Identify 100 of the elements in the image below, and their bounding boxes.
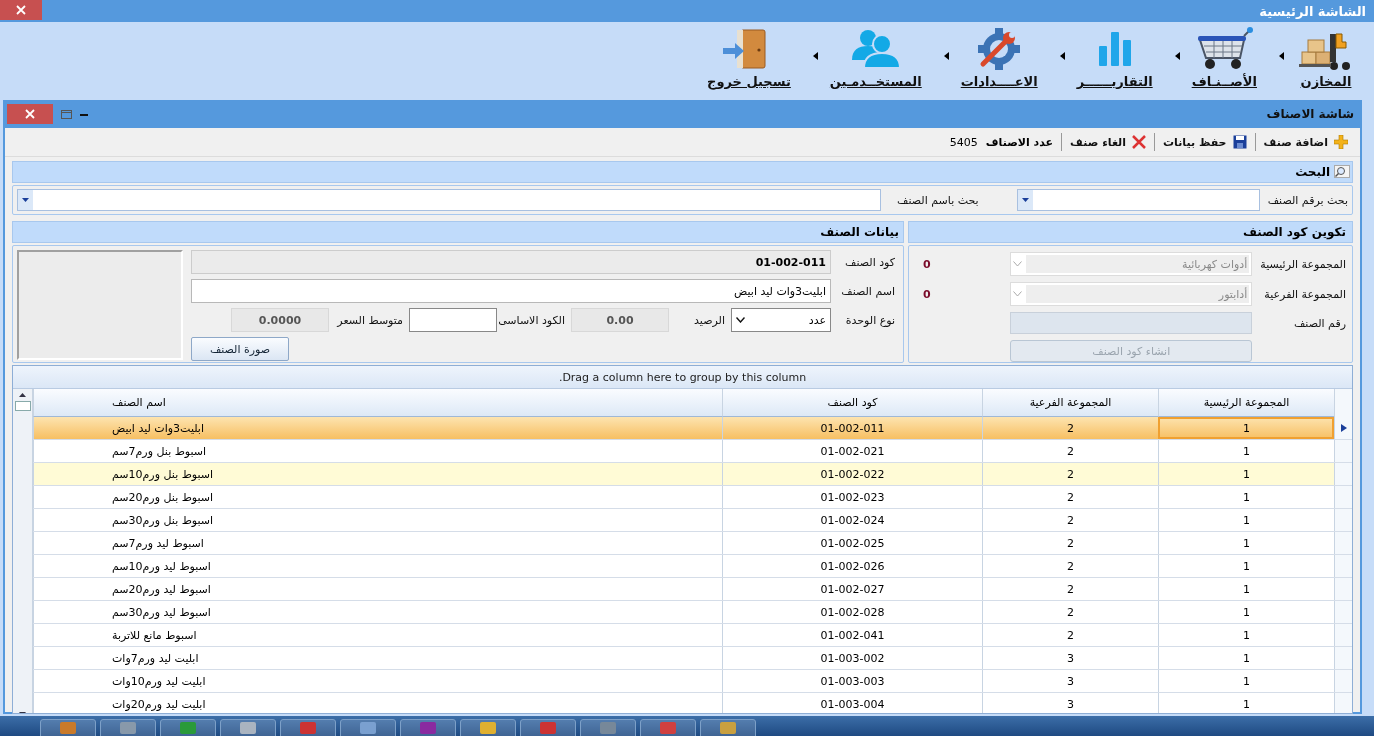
scroll-up-icon[interactable]	[19, 393, 26, 397]
arrow-icon	[943, 51, 949, 60]
field-label: متوسط السعر	[335, 313, 403, 327]
menu-item[interactable]: تسجيل خروج	[707, 22, 791, 89]
item-number-field[interactable]	[1010, 312, 1253, 334]
delete-icon	[1132, 135, 1146, 149]
table-cell: 1	[1158, 670, 1334, 692]
table-cell: 01-002-041	[722, 624, 982, 646]
taskbar-button[interactable]	[400, 719, 456, 736]
unit-combo[interactable]: عدد	[731, 308, 831, 332]
toolbar-button[interactable]: حفظ بيانات	[1154, 133, 1255, 151]
app-icon	[420, 722, 436, 734]
table-cell: 2	[982, 486, 1158, 508]
generate-code-button: انشاء كود الصنف	[1010, 340, 1253, 362]
close-icon	[25, 109, 35, 119]
menu-item[interactable]: التقاريــــــر	[1076, 22, 1153, 89]
name-field[interactable]: ابليت3وات ليد ابيض	[191, 279, 831, 303]
app-icon	[180, 722, 196, 734]
close-icon	[16, 5, 26, 15]
table-cell: 3	[982, 693, 1158, 713]
table-cell: 1	[1158, 601, 1334, 623]
field-label: اسم الصنف	[840, 284, 895, 298]
window-title: الشاشة الرئيسية	[1259, 3, 1366, 19]
combo-value: أدوات كهربائية	[1182, 257, 1248, 271]
taskbar-button[interactable]	[640, 719, 696, 736]
scrollbar[interactable]	[13, 389, 33, 713]
group-by-hint: Drag a column here to group by this column.	[13, 366, 1352, 389]
taskbar-button[interactable]	[40, 719, 96, 736]
close-button[interactable]	[0, 0, 42, 20]
app-icon	[60, 722, 76, 734]
restore-icon[interactable]	[61, 109, 72, 119]
count-value: 5405	[949, 135, 978, 149]
table-cell: 01-002-021	[722, 440, 982, 462]
group-count: 0	[922, 287, 931, 301]
taskbar-button[interactable]	[460, 719, 516, 736]
app-icon	[600, 722, 616, 734]
taskbar-button[interactable]	[100, 719, 156, 736]
menu-item[interactable]: المخازن	[1296, 22, 1356, 89]
table-cell: 1	[1158, 555, 1334, 577]
arrow-icon	[1174, 51, 1180, 60]
field-label: كود الصنف	[844, 255, 895, 269]
base-code-field[interactable]	[409, 308, 497, 332]
table-cell: 1	[1158, 693, 1334, 713]
close-button[interactable]	[7, 104, 53, 124]
table-cell: 2	[982, 509, 1158, 531]
section-title: بيانات الصنف	[820, 225, 899, 239]
app-icon	[120, 722, 136, 734]
app-icon	[720, 722, 736, 734]
field-label: المجموعة الفرعية	[1263, 287, 1346, 301]
code-field[interactable]: 01-002-011	[191, 250, 831, 274]
section-title: البحث	[1295, 165, 1330, 179]
menu-item[interactable]: الأصــنـاف	[1191, 22, 1257, 89]
combo-value: أدابتور	[1218, 287, 1248, 301]
menu-item[interactable]: المستخــدمـين	[829, 22, 922, 89]
count-label: عدد الاصناف	[984, 135, 1055, 149]
taskbar-button[interactable]	[580, 719, 636, 736]
table-cell: 3	[982, 670, 1158, 692]
table-cell: 2	[982, 601, 1158, 623]
taskbar-button[interactable]	[220, 719, 276, 736]
dropdown-icon	[22, 198, 29, 202]
toolbar-button[interactable]: اضافة صنف	[1254, 133, 1356, 151]
field-label: بحث برقم الصنف	[1267, 193, 1348, 207]
table-cell: 01-002-025	[722, 532, 982, 554]
chevron-down-icon	[736, 317, 745, 323]
search-combo[interactable]	[1016, 189, 1260, 211]
app-icon	[300, 722, 316, 734]
image-button[interactable]: صورة الصنف	[191, 337, 289, 361]
dropdown-icon	[1021, 198, 1029, 202]
taskbar-button[interactable]	[700, 719, 756, 736]
table-cell: 1	[1158, 463, 1334, 485]
table-cell: 1	[1158, 417, 1334, 439]
search-combo[interactable]	[17, 189, 882, 211]
scroll-thumb[interactable]	[14, 401, 31, 411]
table-cell: 1	[1158, 509, 1334, 531]
column-header[interactable]: المجموعة الرئيسية	[1158, 389, 1334, 417]
toolbar-button[interactable]: الغاء صنف	[1061, 133, 1154, 151]
taskbar-button[interactable]	[340, 719, 396, 736]
current-row-icon	[1340, 424, 1347, 432]
taskbar-button[interactable]	[520, 719, 576, 736]
plus-icon	[1334, 135, 1348, 149]
table-cell: 2	[982, 578, 1158, 600]
section-title: تكوين كود الصنف	[1243, 225, 1346, 239]
taskbar-button[interactable]	[280, 719, 336, 736]
table-cell: 2	[982, 532, 1158, 554]
field-label: المجموعة الرئيسية	[1260, 257, 1346, 271]
field-label: رقم الصنف	[1292, 316, 1346, 330]
table-cell: 2	[982, 417, 1158, 439]
chevron-down-icon	[1013, 261, 1023, 267]
table-cell: 01-002-022	[722, 463, 982, 485]
table-cell: 01-003-004	[722, 693, 982, 713]
arrow-icon	[1279, 51, 1284, 60]
taskbar-button[interactable]	[160, 719, 216, 736]
app-icon	[360, 722, 376, 734]
menu-item[interactable]: الاعــــدادات	[960, 22, 1038, 89]
table-cell: 2	[982, 555, 1158, 577]
minimize-icon[interactable]	[80, 112, 88, 116]
table-cell: 01-002-027	[722, 578, 982, 600]
field-label: نوع الوحدة	[844, 313, 895, 327]
table-cell: 3	[982, 647, 1158, 669]
search-icon	[1334, 165, 1350, 179]
